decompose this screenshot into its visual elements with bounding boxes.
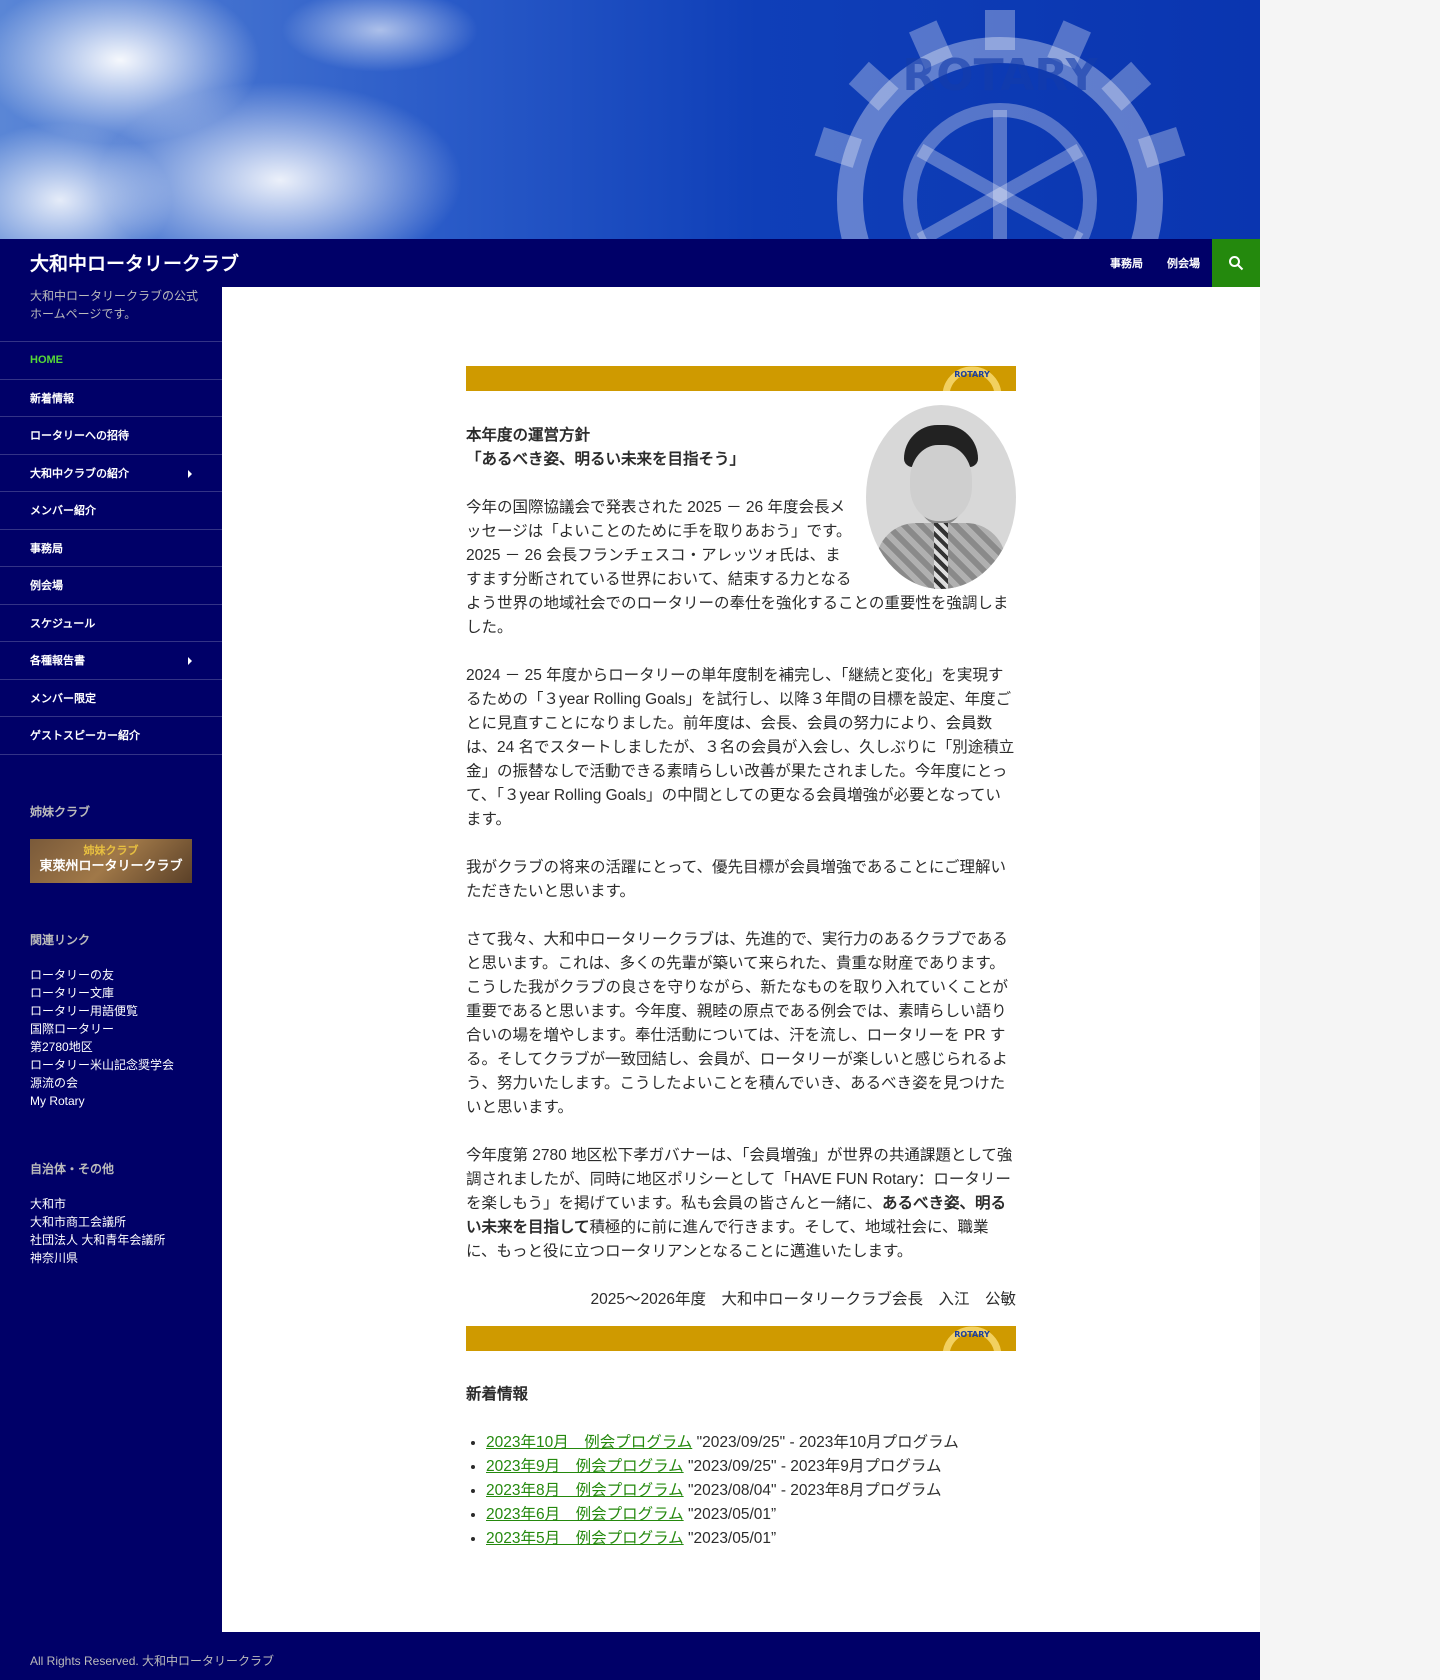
footer: All Rights Reserved. 大和中ロータリークラブ [0,1632,1260,1680]
caret-right-icon[interactable] [188,657,192,665]
paragraph: 今年度第 2780 地区松下孝ガバナーは、「会員増強」が世界の共通課題として強調… [466,1144,1016,1264]
sister-club-title: 姉妹クラブ [30,805,91,819]
hero-logo-text: ROTARY [902,50,1098,101]
nav-label: ロータリーへの招待 [30,430,129,443]
policy-slogan: 「あるべき姿、明るい未来を目指そう」 [466,451,746,468]
related-link[interactable]: ロータリーの友 [30,966,174,984]
entry: ROTARY 本年度の運営方針 「あるべき姿、明るい未来を目指そう」 今年の国際協… [466,366,1016,1551]
nav-invitation[interactable]: ロータリーへの招待 [0,417,222,455]
gov-links: 大和市 大和市商工会議所 社団法人 大和青年会議所 神奈川県 [30,1195,165,1267]
search-icon [1229,256,1244,271]
news-meta: "2023/09/25" - 2023年10月プログラム [696,1434,959,1451]
nav-reports[interactable]: 各種報告書 [0,642,222,680]
news-meta: "2023/09/25" - 2023年9月プログラム [687,1458,942,1475]
site-description: 大和中ロータリークラブの公式ホームページです。 [30,289,199,321]
nav-members[interactable]: メンバー紹介 [0,492,222,530]
nav-label: 各種報告書 [30,655,85,668]
related-link[interactable]: ロータリー用語便覧 [30,1002,174,1020]
related-link[interactable]: 源流の会 [30,1074,174,1092]
nav-label: ゲストスピーカー紹介 [30,730,140,743]
nav-members-only[interactable]: メンバー限定 [0,680,222,717]
news-item: 2023年9月 例会プログラム "2023/09/25" - 2023年9月プロ… [486,1455,1016,1479]
news-item: 2023年10月 例会プログラム "2023/09/25" - 2023年10月… [486,1431,1016,1455]
related-link[interactable]: ロータリー米山記念奨学会 [30,1056,174,1074]
nav-label: メンバー限定 [30,692,96,705]
nav-guest-speakers[interactable]: ゲストスピーカー紹介 [0,717,222,755]
gold-divider: ROTARY [466,1326,1016,1351]
nav-label: メンバー紹介 [30,505,96,518]
news-link[interactable]: 2023年10月 例会プログラム [486,1434,692,1451]
related-links-title: 関連リンク [30,933,91,947]
rotary-wheel-icon: ROTARY [942,366,1002,391]
paragraph: さて我々、大和中ロータリークラブは、先進的で、実行力のあるクラブであると思います… [466,931,1009,1116]
news-meta: "2023/05/01” [687,1530,777,1547]
news-item: 2023年5月 例会プログラム "2023/05/01” [486,1527,1016,1551]
paragraph: 2024 － 25 年度からロータリーの単年度制を補完し、「継続と変化」を実現す… [466,667,1015,828]
news-meta: "2023/05/01” [687,1506,777,1523]
news-heading: 新着情報 [466,1386,529,1403]
gov-link[interactable]: 神奈川県 [30,1249,165,1267]
banner-title: 東萊州ロータリークラブ [39,859,183,874]
related-link[interactable]: 第2780地区 [30,1038,174,1056]
paragraph: 我がクラブの将来の活躍にとって、優先目標が会員増強であることにご理解いただきたい… [466,859,1007,900]
primary-nav: HOME 新着情報 ロータリーへの招待 大和中クラブの紹介 メンバー紹介 事務局… [0,341,222,755]
nav-label: スケジュール [30,617,96,630]
rotary-wheel-icon: ROTARY [814,10,1186,239]
news-meta: "2023/08/04" - 2023年8月プログラム [687,1482,942,1499]
nav-label: 事務局 [30,542,63,555]
copyright: All Rights Reserved. 大和中ロータリークラブ [30,1654,275,1668]
news-link[interactable]: 2023年9月 例会プログラム [486,1458,684,1475]
news-item: 2023年8月 例会プログラム "2023/08/04" - 2023年8月プロ… [486,1479,1016,1503]
related-links: ロータリーの友 ロータリー文庫 ロータリー用語便覧 国際ロータリー 第2780地… [30,966,174,1110]
nav-label: 大和中クラブの紹介 [30,467,129,480]
rotary-wheel-icon: ROTARY [942,1326,1002,1351]
related-link[interactable]: My Rotary [30,1092,174,1110]
topnav-venue[interactable]: 例会場 [1167,255,1200,271]
gov-link[interactable]: 社団法人 大和青年会議所 [30,1231,165,1249]
banner-subtitle: 姉妹クラブ [83,844,139,857]
nav-schedule[interactable]: スケジュール [0,605,222,642]
signature: 2025〜2026年度 大和中ロータリークラブ会長 入江 公敏 [590,1291,1016,1308]
nav-news[interactable]: 新着情報 [0,380,222,417]
nav-label: 例会場 [30,580,63,593]
search-button[interactable] [1212,239,1260,287]
site-header: 大和中ロータリークラブ 事務局 例会場 [0,239,1260,287]
gov-links-title: 自治体・その他 [30,1162,115,1176]
news-list: 2023年10月 例会プログラム "2023/09/25" - 2023年10月… [466,1431,1016,1551]
related-link[interactable]: 国際ロータリー [30,1020,174,1038]
news-item: 2023年6月 例会プログラム "2023/05/01” [486,1503,1016,1527]
sidebar: 大和中ロータリークラブの公式ホームページです。 HOME 新着情報 ロータリーへ… [0,287,222,1632]
sister-club-banner[interactable]: 姉妹クラブ東萊州ロータリークラブ [30,839,192,883]
site-title[interactable]: 大和中ロータリークラブ [30,249,239,276]
gold-divider: ROTARY [466,366,1016,391]
gov-link[interactable]: 大和市 [30,1195,165,1213]
header-image: ROTARY [0,0,1260,239]
nav-club-intro[interactable]: 大和中クラブの紹介 [0,455,222,492]
nav-label: 新着情報 [30,392,74,405]
main-content: ROTARY 本年度の運営方針 「あるべき姿、明るい未来を目指そう」 今年の国際協… [222,287,1260,1632]
nav-office[interactable]: 事務局 [0,530,222,567]
svg-text:ROTARY: ROTARY [954,1330,990,1339]
news-link[interactable]: 2023年8月 例会プログラム [486,1482,684,1499]
president-photo [866,405,1016,589]
news-link[interactable]: 2023年5月 例会プログラム [486,1530,684,1547]
gov-link[interactable]: 大和市商工会議所 [30,1213,165,1231]
nav-home[interactable]: HOME [0,342,222,380]
news-link[interactable]: 2023年6月 例会プログラム [486,1506,684,1523]
nav-label: HOME [30,354,63,367]
topnav-office[interactable]: 事務局 [1110,255,1143,271]
related-link[interactable]: ロータリー文庫 [30,984,174,1002]
svg-text:ROTARY: ROTARY [954,370,990,379]
caret-right-icon[interactable] [188,469,192,478]
nav-venue[interactable]: 例会場 [0,567,222,605]
policy-heading: 本年度の運営方針 [466,427,591,444]
